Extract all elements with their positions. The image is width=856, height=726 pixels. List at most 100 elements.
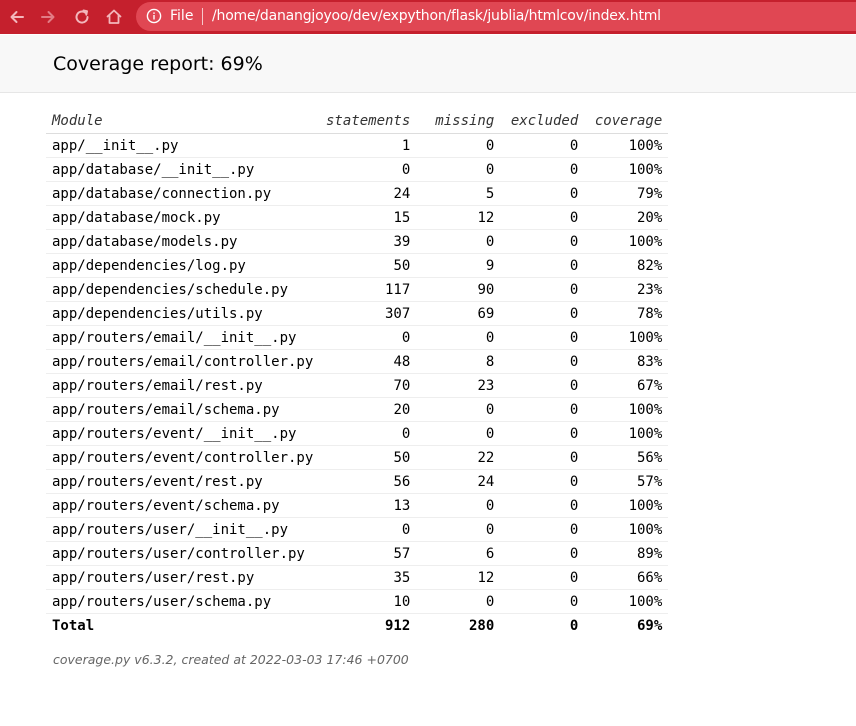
table-row: app/routers/event/schema.py 13 0 0 100%	[46, 493, 669, 518]
excluded-cell: 0	[500, 253, 585, 278]
module-link[interactable]: app/routers/event/schema.py	[52, 498, 280, 514]
column-header-excluded[interactable]: excluded	[500, 109, 585, 134]
statements-cell: 0	[320, 325, 417, 350]
statements-cell: 20	[320, 397, 417, 422]
coverage-cell: 78%	[584, 301, 669, 326]
table-row: app/routers/email/schema.py 20 0 0 100%	[46, 397, 669, 422]
coverage-cell: 100%	[584, 493, 669, 518]
module-link[interactable]: app/routers/event/__init__.py	[52, 426, 296, 442]
module-link[interactable]: app/routers/user/__init__.py	[52, 522, 288, 538]
module-link[interactable]: app/routers/user/controller.py	[52, 546, 305, 562]
module-link[interactable]: app/routers/email/schema.py	[52, 402, 280, 418]
total-excluded: 0	[569, 617, 579, 634]
excluded-cell: 0	[500, 277, 585, 302]
total-coverage: 69%	[637, 617, 663, 634]
forward-arrow-icon[interactable]	[36, 5, 60, 29]
coverage-cell: 83%	[584, 349, 669, 374]
coverage-cell: 79%	[584, 181, 669, 206]
module-link[interactable]: app/dependencies/schedule.py	[52, 282, 288, 298]
module-link[interactable]: app/database/__init__.py	[52, 162, 254, 178]
excluded-cell: 0	[500, 421, 585, 446]
missing-cell: 8	[416, 349, 501, 374]
statements-cell: 70	[320, 373, 417, 398]
module-link[interactable]: app/database/models.py	[52, 234, 237, 250]
excluded-cell: 0	[500, 181, 585, 206]
missing-cell: 12	[416, 205, 501, 230]
module-link[interactable]: app/routers/event/controller.py	[52, 450, 313, 466]
excluded-cell: 0	[500, 373, 585, 398]
missing-cell: 0	[416, 157, 501, 182]
scheme-label: File	[170, 8, 194, 24]
missing-cell: 22	[416, 445, 501, 470]
module-link[interactable]: app/routers/email/controller.py	[52, 354, 313, 370]
missing-cell: 0	[416, 397, 501, 422]
column-header-missing[interactable]: missing	[416, 109, 501, 134]
missing-cell: 23	[416, 373, 501, 398]
home-icon[interactable]	[102, 5, 126, 29]
statements-cell: 56	[320, 469, 417, 494]
column-header-module[interactable]: Module	[46, 109, 320, 134]
coverage-cell: 57%	[584, 469, 669, 494]
excluded-cell: 0	[500, 133, 585, 158]
excluded-cell: 0	[500, 229, 585, 254]
missing-cell: 24	[416, 469, 501, 494]
table-row: app/database/__init__.py 0 0 0 100%	[46, 157, 669, 182]
excluded-cell: 0	[500, 493, 585, 518]
statements-cell: 39	[320, 229, 417, 254]
module-link[interactable]: app/routers/user/rest.py	[52, 570, 254, 586]
module-link[interactable]: app/__init__.py	[52, 138, 178, 154]
table-row: app/routers/event/__init__.py 0 0 0 100%	[46, 421, 669, 446]
excluded-cell: 0	[500, 397, 585, 422]
reload-icon[interactable]	[70, 5, 94, 29]
excluded-cell: 0	[500, 565, 585, 590]
module-link[interactable]: app/dependencies/utils.py	[52, 306, 263, 322]
table-row: app/database/mock.py 15 12 0 20%	[46, 205, 669, 230]
table-row: app/routers/user/rest.py 35 12 0 66%	[46, 565, 669, 590]
coverage-cell: 100%	[584, 517, 669, 542]
excluded-cell: 0	[500, 445, 585, 470]
module-link[interactable]: app/routers/event/rest.py	[52, 474, 263, 490]
column-header-statements[interactable]: statements	[320, 109, 417, 134]
statements-cell: 50	[320, 445, 417, 470]
statements-cell: 1	[320, 133, 417, 158]
statements-cell: 15	[320, 205, 417, 230]
excluded-cell: 0	[500, 325, 585, 350]
table-row: app/database/connection.py 24 5 0 79%	[46, 181, 669, 206]
module-link[interactable]: app/dependencies/log.py	[52, 258, 246, 274]
info-icon[interactable]	[146, 8, 162, 24]
excluded-cell: 0	[500, 349, 585, 374]
table-header-row: Module statements missing excluded cover…	[46, 109, 669, 134]
coverage-table: Module statements missing excluded cover…	[46, 109, 669, 638]
missing-cell: 0	[416, 229, 501, 254]
table-row: app/routers/user/__init__.py 0 0 0 100%	[46, 517, 669, 542]
coverage-cell: 100%	[584, 589, 669, 614]
report-footer: coverage.py v6.3.2, created at 2022-03-0…	[53, 652, 409, 667]
missing-cell: 0	[416, 421, 501, 446]
missing-cell: 5	[416, 181, 501, 206]
coverage-cell: 56%	[584, 445, 669, 470]
browser-toolbar: File /home/danangjoyoo/dev/expython/flas…	[0, 0, 856, 34]
table-row: app/routers/event/controller.py 50 22 0 …	[46, 445, 669, 470]
table-row: app/database/models.py 39 0 0 100%	[46, 229, 669, 254]
excluded-cell: 0	[500, 469, 585, 494]
url-text[interactable]: /home/danangjoyoo/dev/expython/flask/jub…	[212, 8, 661, 25]
module-link[interactable]: app/database/connection.py	[52, 186, 271, 202]
table-row: app/routers/email/__init__.py 0 0 0 100%	[46, 325, 669, 350]
module-link[interactable]: app/routers/email/rest.py	[52, 378, 263, 394]
coverage-cell: 89%	[584, 541, 669, 566]
statements-cell: 24	[320, 181, 417, 206]
table-row: app/routers/event/rest.py 56 24 0 57%	[46, 469, 669, 494]
coverage-cell: 67%	[584, 373, 669, 398]
module-link[interactable]: app/database/mock.py	[52, 210, 221, 226]
table-row: app/dependencies/utils.py 307 69 0 78%	[46, 301, 669, 326]
module-link[interactable]: app/routers/user/schema.py	[52, 594, 271, 610]
column-header-coverage[interactable]: coverage	[584, 109, 669, 134]
module-link[interactable]: app/routers/email/__init__.py	[52, 330, 296, 346]
total-row: Total 912 280 0 69%	[46, 614, 668, 638]
address-bar[interactable]: File /home/danangjoyoo/dev/expython/flas…	[136, 2, 856, 31]
back-arrow-icon[interactable]	[5, 5, 29, 29]
missing-cell: 0	[416, 493, 501, 518]
coverage-cell: 82%	[584, 253, 669, 278]
statements-cell: 0	[320, 517, 417, 542]
coverage-cell: 100%	[584, 397, 669, 422]
